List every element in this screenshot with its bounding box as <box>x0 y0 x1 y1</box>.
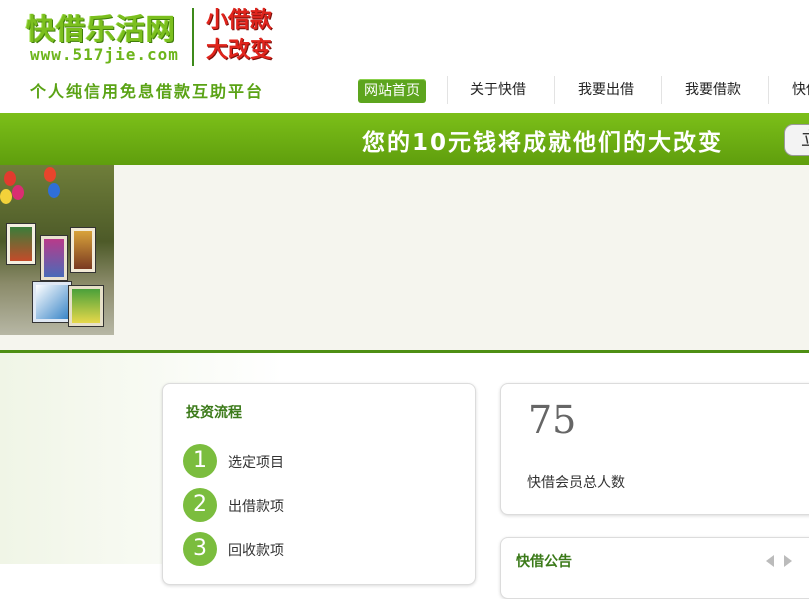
arrow-right-icon[interactable] <box>784 555 792 567</box>
artwork-panel <box>68 285 104 327</box>
nav-item-about[interactable]: 关于快借 <box>470 76 526 104</box>
invest-flow-title: 投资流程 <box>186 405 242 421</box>
hero-area <box>0 165 809 353</box>
artwork-panel <box>6 223 36 265</box>
site-url: www.517jie.com <box>30 45 179 64</box>
main-content: 投资流程 1 选定项目 2 出借款项 3 回收款项 75 快借会员总人数 快借公… <box>0 353 809 599</box>
member-count-label: 快借会员总人数 <box>527 475 625 491</box>
site-header: 快借乐活网 www.517jie.com 小借款大改变 个人纯信用免息借款互助平… <box>0 0 809 113</box>
site-tagline: 个人纯信用免息借款互助平台 <box>30 82 265 101</box>
artwork-panel <box>40 235 68 281</box>
member-count: 75 <box>528 398 577 442</box>
notice-card: 快借公告 <box>500 537 809 599</box>
banner-action-button[interactable]: 立即 <box>784 124 809 156</box>
nav-item-borrow[interactable]: 我要借款 <box>685 76 741 104</box>
balloon-blue-icon <box>48 183 60 198</box>
balloon-pink-icon <box>12 185 24 200</box>
nav-separator <box>447 76 448 104</box>
notice-title: 快借公告 <box>516 554 572 570</box>
balloon-orange-icon <box>44 167 56 182</box>
nav-item-more[interactable]: 快借 <box>792 76 809 104</box>
site-logo[interactable]: 快借乐活网 <box>26 6 176 48</box>
promo-banner: 您的10元钱将成就他们的大改变 立即 <box>0 113 809 165</box>
arrow-left-icon[interactable] <box>766 555 774 567</box>
invest-flow-card: 投资流程 1 选定项目 2 出借款项 3 回收款项 <box>162 383 476 585</box>
balloon-red-icon <box>4 171 16 186</box>
step-label: 回收款项 <box>228 543 284 559</box>
step-label: 选定项目 <box>228 455 284 471</box>
banner-text: 您的10元钱将成就他们的大改变 <box>362 130 724 156</box>
nav-separator <box>768 76 769 104</box>
nav-item-home[interactable]: 网站首页 <box>358 79 426 103</box>
step-number-icon: 1 <box>183 444 217 478</box>
nav-separator <box>661 76 662 104</box>
slogan-logo: 小借款大改变 <box>206 8 273 63</box>
balloon-yellow-icon <box>0 189 12 204</box>
member-stats-card: 75 快借会员总人数 <box>500 383 809 515</box>
nav-item-lend[interactable]: 我要出借 <box>578 76 634 104</box>
artwork-panel <box>32 281 72 323</box>
hero-photo <box>0 165 114 335</box>
step-number-icon: 2 <box>183 488 217 522</box>
logo-divider <box>192 8 194 66</box>
step-label: 出借款项 <box>228 499 284 515</box>
step-number-icon: 3 <box>183 532 217 566</box>
artwork-panel <box>70 227 96 273</box>
nav-separator <box>554 76 555 104</box>
